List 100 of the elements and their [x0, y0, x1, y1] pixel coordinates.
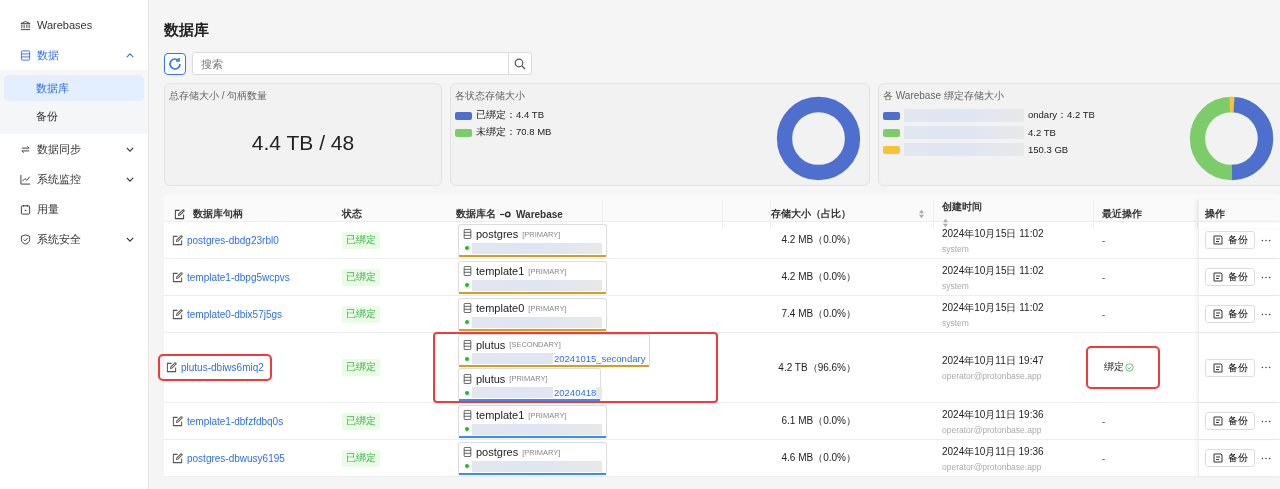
status-dot: [465, 464, 469, 468]
database-name: postgres: [476, 446, 519, 458]
status-dot: [465, 320, 469, 324]
nav-item[interactable]: 用量: [0, 194, 148, 224]
arrows-icon: [20, 143, 31, 155]
status-dot: [465, 356, 469, 361]
recent-operation: -: [1102, 452, 1106, 464]
database-name: plutus: [476, 372, 506, 385]
backup-button[interactable]: 备份: [1205, 449, 1255, 467]
created-time: 2024年10月11日 19:47: [942, 354, 1044, 368]
database-handle-link[interactable]: template1-dbpg5wcpvs: [187, 271, 290, 283]
backup-icon: [1212, 308, 1224, 320]
backup-icon: [1212, 452, 1224, 464]
status-dot: [465, 283, 469, 287]
creator: system: [942, 280, 969, 291]
backup-button[interactable]: 备份: [1205, 305, 1255, 323]
status-dot: [465, 427, 469, 431]
card-title: 各 Warebase 绑定存储大小: [883, 89, 1005, 103]
recent-operation: -: [1102, 308, 1106, 320]
status-tag: 已绑定: [342, 359, 380, 376]
database-handle-link[interactable]: template0-dbix57j5gs: [187, 308, 283, 320]
created-time: 2024年10月15日 11:02: [942, 300, 1044, 315]
nav-item[interactable]: 数据: [0, 40, 148, 70]
created-time: 2024年10月15日 11:02: [942, 226, 1044, 241]
nav-item[interactable]: 数据同步: [0, 134, 148, 164]
database-handle-link[interactable]: postgres-dbwusy6195: [187, 452, 285, 464]
total-value: 4.4 TB / 48: [250, 131, 356, 155]
column-header: 存储大小（占比）: [771, 207, 851, 221]
status-dot: [465, 390, 469, 395]
edit-icon[interactable]: [172, 415, 183, 427]
legend-label: ondary：4.2 TB: [1028, 109, 1095, 122]
more-icon[interactable]: [1261, 312, 1271, 316]
list-icon: [20, 49, 31, 61]
page-title: 数据库: [164, 20, 210, 40]
column-header: Warebase: [516, 208, 563, 220]
recent-operation: -: [1102, 234, 1106, 246]
status-tag: 已绑定: [342, 268, 380, 286]
nav-item[interactable]: 系统监控: [0, 164, 148, 194]
database-name: template1: [476, 265, 525, 277]
edit-icon[interactable]: [172, 452, 183, 464]
creator: operator@protonbase.app: [942, 371, 1042, 381]
refresh-button[interactable]: [164, 52, 186, 75]
refresh-icon: [168, 56, 182, 71]
search-button[interactable]: [509, 52, 532, 75]
edit-icon[interactable]: [166, 362, 177, 373]
backup-button[interactable]: 备份: [1205, 268, 1255, 286]
backup-icon: [1212, 271, 1224, 283]
more-icon[interactable]: [1261, 419, 1271, 423]
document-icon: [463, 229, 472, 239]
storage-size: 4.2 MB（0.0%）: [781, 233, 856, 247]
legend-label: 150.3 GB: [1028, 144, 1069, 155]
status-tag: 已绑定: [342, 449, 380, 467]
document-icon: [463, 447, 472, 457]
edit-icon[interactable]: [174, 208, 185, 220]
bank-icon: [20, 19, 31, 31]
status-dot: [465, 246, 469, 250]
database-name: plutus: [476, 338, 506, 351]
storage-size: 7.4 MB（0.0%）: [781, 307, 856, 321]
column-header: 操作: [1205, 207, 1225, 221]
more-icon[interactable]: [1261, 366, 1271, 369]
creator: system: [942, 317, 969, 328]
database-name: template1: [476, 409, 525, 421]
database-handle-link[interactable]: postgres-dbdg23rbl0: [187, 234, 279, 246]
document-icon: [463, 303, 472, 313]
backup-icon: [1212, 361, 1224, 374]
backup-button[interactable]: 备份: [1205, 358, 1255, 377]
database-handle-link[interactable]: template1-dbfzfdbq0s: [187, 415, 284, 427]
created-time: 2024年10月11日 19:36: [942, 407, 1044, 422]
search-field[interactable]: 搜索: [192, 52, 509, 75]
warebase-link[interactable]: 20240418: [553, 387, 597, 398]
nav-subitem[interactable]: 备份: [4, 103, 144, 129]
document-icon: [463, 410, 472, 420]
shield-icon: [20, 233, 31, 245]
calendar-icon: [20, 203, 31, 215]
edit-icon[interactable]: [172, 308, 183, 320]
backup-icon: [1212, 415, 1224, 427]
column-header: 数据库句柄: [193, 207, 243, 221]
more-icon[interactable]: [1261, 456, 1271, 460]
link-icon: [500, 210, 512, 218]
storage-size: 4.2 TB（96.6%）: [778, 360, 856, 375]
backup-button[interactable]: 备份: [1205, 231, 1255, 249]
database-handle-link[interactable]: plutus-dbiws6miq2: [181, 362, 264, 373]
database-name: template0: [476, 302, 525, 314]
status-tag: 已绑定: [342, 231, 380, 249]
edit-icon[interactable]: [172, 271, 183, 283]
status-tag: 已绑定: [342, 305, 380, 323]
nav-item[interactable]: Warebases: [0, 10, 148, 40]
recent-operation: 绑定: [1104, 361, 1124, 374]
warebase-link[interactable]: 20241015_secondary: [553, 353, 646, 364]
legend-label: 未绑定：70.8 MB: [476, 126, 552, 139]
nav-subitem[interactable]: 数据库: [4, 75, 144, 101]
column-header: 最近操作: [1102, 207, 1142, 221]
edit-icon[interactable]: [172, 234, 183, 246]
more-icon[interactable]: [1261, 238, 1271, 242]
backup-button[interactable]: 备份: [1205, 412, 1255, 430]
document-icon: [463, 339, 472, 350]
nav-item[interactable]: 系统安全: [0, 224, 148, 254]
more-icon[interactable]: [1261, 275, 1271, 279]
legend-label: 已绑定：4.4 TB: [476, 109, 544, 122]
search-icon: [514, 57, 526, 70]
